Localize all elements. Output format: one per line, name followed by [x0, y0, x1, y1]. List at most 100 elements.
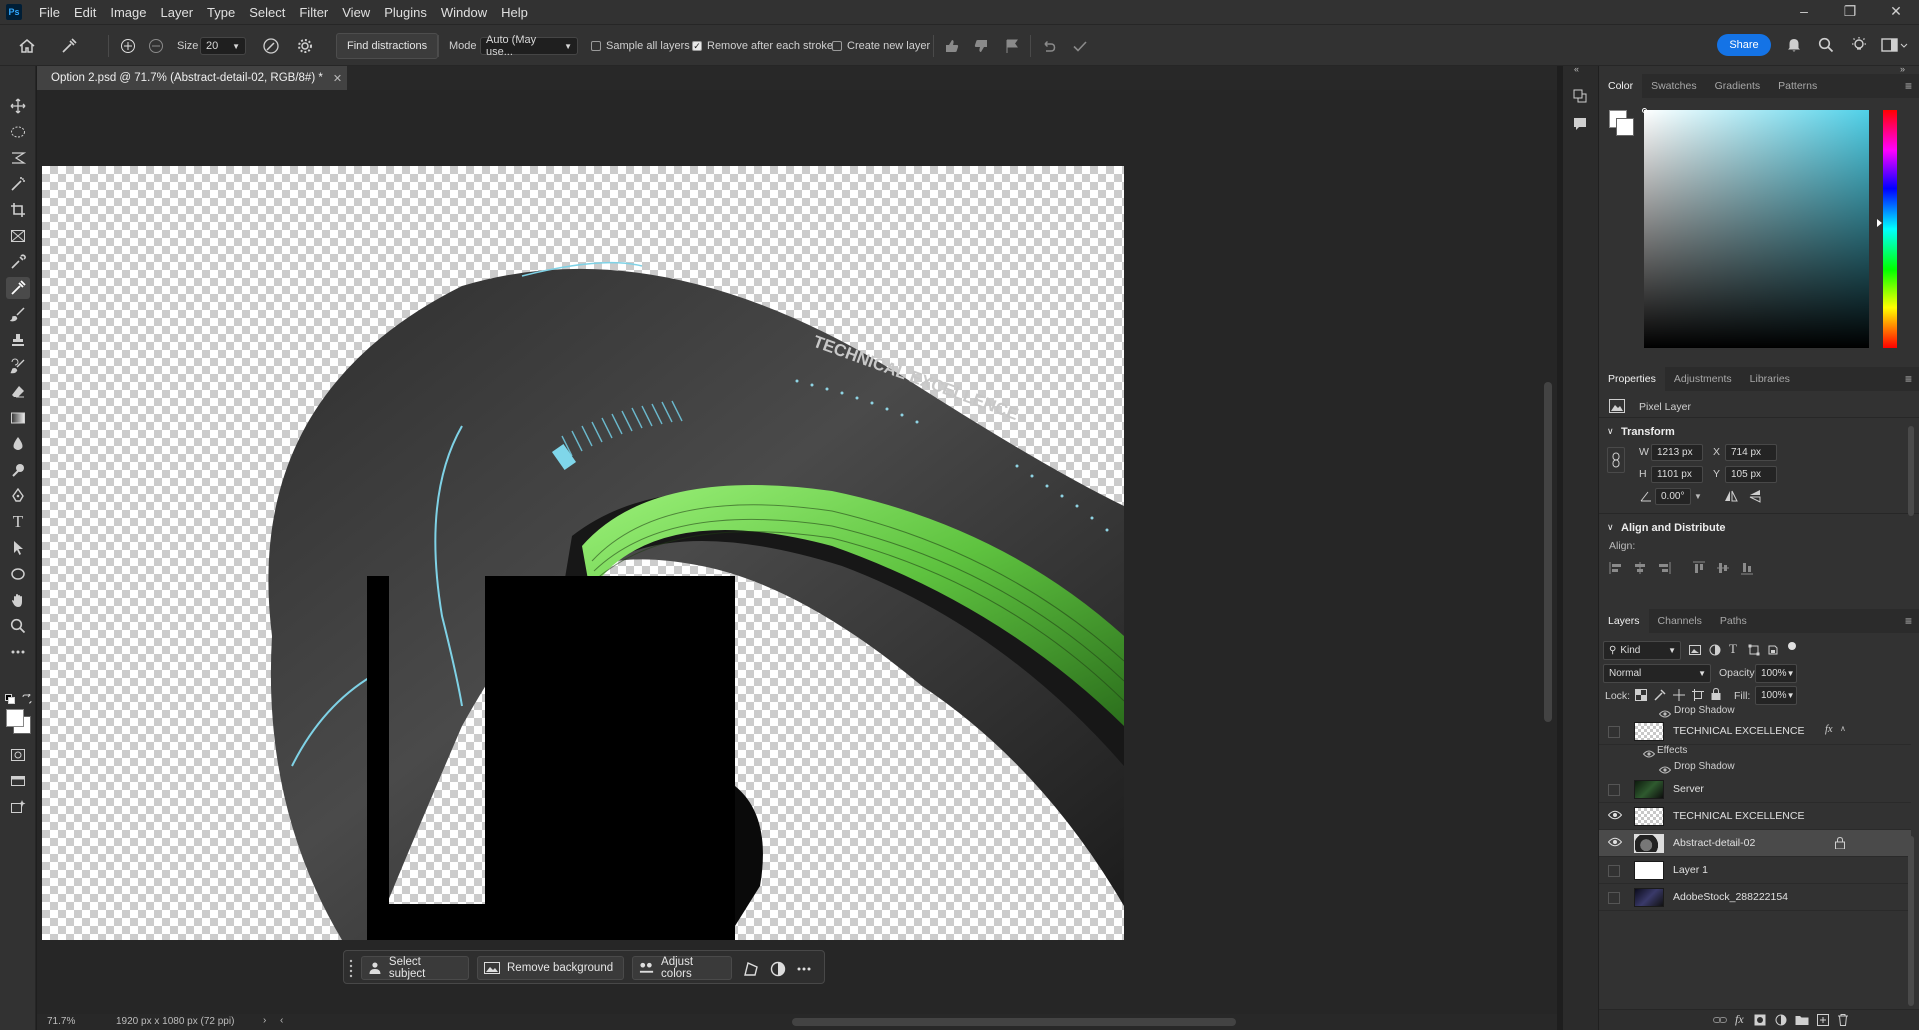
link-layers-icon[interactable] [1713, 1014, 1727, 1029]
layer-row-selected[interactable]: Abstract-detail-02 [1599, 830, 1911, 857]
create-new-layer-checkbox[interactable]: Create new layer [832, 36, 930, 56]
eye-icon[interactable] [1607, 810, 1623, 822]
layer-row[interactable]: Server [1599, 776, 1911, 803]
zoom-tool-icon[interactable] [6, 615, 30, 637]
tab-paths[interactable]: Paths [1711, 609, 1756, 633]
menu-type[interactable]: Type [200, 5, 242, 20]
lock-transparent-icon[interactable] [1635, 689, 1647, 704]
chevron-down-icon[interactable]: ∨ [1607, 426, 1614, 437]
align-middle-v-icon[interactable] [1717, 561, 1729, 578]
remove-tool-preset-icon[interactable] [60, 36, 78, 56]
visibility-toggle[interactable] [1608, 865, 1620, 877]
x-field[interactable]: 714 px [1725, 444, 1777, 461]
height-field[interactable]: 1101 px [1651, 466, 1703, 483]
lasso-tool-icon[interactable] [6, 147, 30, 169]
find-distractions-button[interactable]: Find distractions [336, 33, 439, 59]
swap-colors-icon[interactable] [22, 692, 32, 707]
filter-shape-icon[interactable] [1748, 644, 1760, 659]
effects-label[interactable]: Effects [1657, 745, 1687, 756]
crop-tool-icon[interactable] [6, 199, 30, 221]
effect-visibility-icon[interactable] [1658, 763, 1672, 777]
delete-layer-trash-icon[interactable] [1837, 1013, 1849, 1029]
opacity-field[interactable]: 100% ▼ [1755, 664, 1797, 683]
color-picker-marker[interactable] [1642, 108, 1647, 113]
sample-all-layers-checkbox[interactable]: Sample all layers [591, 36, 690, 56]
menu-layer[interactable]: Layer [154, 5, 201, 20]
type-tool-icon[interactable]: T [6, 511, 30, 533]
lock-artboard-icon[interactable] [1692, 689, 1704, 704]
layer-row[interactable]: TECHNICAL EXCELLENCE fx ∧ [1599, 718, 1911, 745]
eraser-tool-icon[interactable] [6, 381, 30, 403]
menu-select[interactable]: Select [242, 5, 292, 20]
align-left-icon[interactable] [1609, 562, 1623, 577]
magic-wand-tool-icon[interactable] [6, 173, 30, 195]
eyedropper-tool-icon[interactable] [6, 251, 30, 273]
transform-icon[interactable] [743, 961, 759, 980]
subtract-mode-icon[interactable] [148, 36, 164, 56]
menu-plugins[interactable]: Plugins [377, 5, 434, 20]
menu-filter[interactable]: Filter [292, 5, 335, 20]
add-mode-icon[interactable] [120, 36, 136, 56]
vertical-scrollbar[interactable] [1541, 92, 1555, 1012]
new-group-folder-icon[interactable] [1795, 1014, 1809, 1029]
filter-smart-object-icon[interactable] [1767, 644, 1779, 659]
horizontal-scroll-thumb[interactable] [792, 1018, 1236, 1026]
filter-type-icon[interactable]: T [1729, 641, 1737, 657]
collapse-panels-icon[interactable]: » [1900, 64, 1905, 74]
dodge-tool-icon[interactable] [6, 459, 30, 481]
drag-handle-icon[interactable] [349, 958, 353, 981]
zoom-level[interactable]: 71.7% [47, 1016, 75, 1027]
align-top-icon[interactable] [1693, 561, 1705, 578]
filter-toggle-icon[interactable] [1788, 642, 1796, 650]
tab-libraries[interactable]: Libraries [1741, 367, 1799, 391]
new-layer-icon[interactable] [1817, 1014, 1829, 1029]
undo-icon[interactable] [1041, 36, 1057, 56]
menu-view[interactable]: View [335, 5, 377, 20]
chevron-left-icon[interactable]: ‹ [280, 1015, 283, 1026]
lock-all-icon[interactable] [1711, 687, 1721, 703]
effects-visibility-icon[interactable] [1642, 747, 1656, 761]
flip-horizontal-icon[interactable] [1724, 490, 1738, 505]
move-tool-icon[interactable] [6, 95, 30, 117]
remove-after-stroke-checkbox[interactable]: ✓ Remove after each stroke [692, 36, 833, 56]
visibility-toggle[interactable] [1608, 784, 1620, 796]
chevron-down-icon[interactable]: ∨ [1607, 522, 1614, 533]
clone-stamp-tool-icon[interactable] [6, 329, 30, 351]
align-section-title[interactable]: Align and Distribute [1621, 522, 1726, 534]
thumbs-up-icon[interactable] [944, 36, 960, 56]
thumbs-down-icon[interactable] [973, 36, 989, 56]
discover-lightbulb-icon[interactable] [1850, 36, 1868, 54]
tab-gradients[interactable]: Gradients [1706, 74, 1770, 98]
commit-check-icon[interactable] [1072, 36, 1088, 56]
bell-icon[interactable] [1786, 37, 1802, 53]
background-swatch[interactable] [1616, 118, 1634, 136]
align-right-icon[interactable] [1657, 562, 1671, 577]
visibility-toggle[interactable] [1608, 726, 1620, 738]
more-tools-icon[interactable] [6, 641, 30, 663]
gear-icon[interactable] [297, 36, 313, 56]
default-colors-icon[interactable] [5, 693, 15, 707]
eye-icon[interactable] [1607, 837, 1623, 849]
close-icon[interactable]: ✕ [1873, 0, 1919, 24]
layer-row[interactable]: AdobeStock_288222154 [1599, 884, 1911, 911]
brush-tool-icon[interactable] [6, 303, 30, 325]
drop-shadow-effect[interactable]: Drop Shadow [1674, 705, 1735, 716]
menu-file[interactable]: File [32, 5, 67, 20]
document-canvas[interactable]: TECHNICAL EXCELLENCE [42, 166, 1124, 940]
align-center-h-icon[interactable] [1633, 562, 1647, 577]
close-tab-icon[interactable]: ✕ [333, 72, 342, 85]
lock-position-icon[interactable] [1673, 689, 1685, 704]
shape-tool-icon[interactable] [6, 563, 30, 585]
document-tab[interactable]: Option 2.psd @ 71.7% (Abstract-detail-02… [37, 66, 347, 90]
new-adjustment-layer-icon[interactable] [1775, 1014, 1787, 1029]
y-field[interactable]: 105 px [1725, 466, 1777, 483]
hue-slider[interactable] [1883, 110, 1897, 348]
chevron-up-icon[interactable]: ∧ [1840, 724, 1846, 733]
share-button[interactable]: Share [1717, 34, 1771, 56]
size-field[interactable]: 20 ▼ [200, 37, 246, 55]
width-field[interactable]: 1213 px [1651, 444, 1703, 461]
quick-mask-icon[interactable] [6, 744, 30, 766]
search-icon[interactable] [1818, 37, 1834, 53]
fill-field[interactable]: 100% ▼ [1755, 686, 1797, 705]
remove-tool-icon[interactable] [6, 277, 30, 299]
